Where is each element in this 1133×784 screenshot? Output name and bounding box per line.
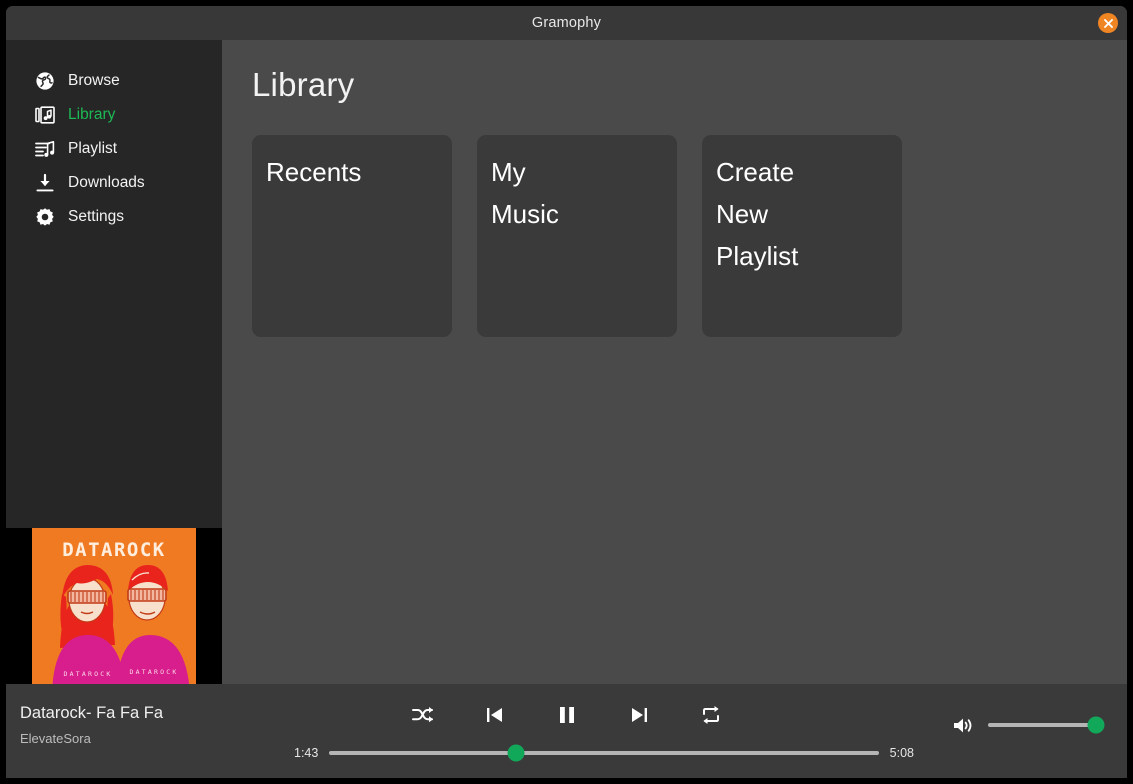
track-artist: ElevateSora <box>20 731 91 746</box>
gear-icon <box>34 207 55 228</box>
repeat-icon <box>702 706 719 724</box>
sidebar-item-label: Downloads <box>68 174 145 191</box>
shuffle-icon <box>411 707 433 723</box>
title-bar: Gramophy <box>6 6 1127 40</box>
skip-next-icon <box>631 708 647 722</box>
album-art: DATAROCK DATAROCK DATAROCK <box>32 528 196 693</box>
sidebar-nav: Browse Library Playlist Downloads Settin… <box>6 40 222 528</box>
previous-button[interactable] <box>478 700 512 730</box>
total-time: 5:08 <box>889 746 914 760</box>
card-label: Create New Playlist <box>716 157 799 272</box>
card-recents[interactable]: Recents <box>252 135 452 337</box>
sidebar-item-browse[interactable]: Browse <box>6 64 222 98</box>
library-card-row: Recents My Music Create New Playlist <box>252 135 1127 337</box>
track-title: Datarock- Fa Fa Fa <box>20 704 164 722</box>
svg-text:DATAROCK: DATAROCK <box>64 670 113 678</box>
card-label: Recents <box>266 157 362 187</box>
main-body: Browse Library Playlist Downloads Settin… <box>6 40 1127 693</box>
play-pause-button[interactable] <box>550 700 584 730</box>
sidebar-item-settings[interactable]: Settings <box>6 200 222 234</box>
svg-text:DATAROCK: DATAROCK <box>62 539 166 561</box>
card-label: My Music <box>491 157 559 230</box>
close-button[interactable] <box>1098 13 1118 33</box>
pause-icon <box>559 707 574 723</box>
close-icon <box>1103 18 1113 28</box>
page-title: Library <box>252 66 355 103</box>
album-cover-artwork: DATAROCK DATAROCK DATAROCK <box>32 528 196 693</box>
next-button[interactable] <box>622 700 656 730</box>
volume-slider[interactable] <box>988 716 1105 734</box>
content-area: Library Recents My Music Create New Play… <box>222 40 1127 684</box>
album-art-container: DATAROCK DATAROCK DATAROCK <box>6 528 222 693</box>
library-icon <box>34 105 55 126</box>
sidebar-item-playlist[interactable]: Playlist <box>6 132 222 166</box>
track-info: Datarock- Fa Fa Fa ElevateSora <box>20 704 163 746</box>
globe-icon <box>34 71 55 92</box>
sidebar-item-label: Browse <box>68 72 120 89</box>
sidebar-item-downloads[interactable]: Downloads <box>6 166 222 200</box>
svg-text:DATAROCK: DATAROCK <box>130 668 179 676</box>
sidebar-item-label: Library <box>68 106 116 123</box>
playlist-icon <box>34 139 55 160</box>
skip-previous-icon <box>486 708 502 722</box>
sidebar-item-label: Settings <box>68 208 125 225</box>
volume-control <box>952 715 1105 735</box>
seek-thumb[interactable] <box>507 744 525 762</box>
volume-high-icon[interactable] <box>952 715 974 735</box>
shuffle-button[interactable] <box>406 700 440 730</box>
card-create-new-playlist[interactable]: Create New Playlist <box>702 135 902 337</box>
elapsed-time: 1:43 <box>294 746 319 760</box>
sidebar: Browse Library Playlist Downloads Settin… <box>6 40 222 693</box>
window-title: Gramophy <box>531 15 602 31</box>
seek-slider[interactable] <box>329 744 879 762</box>
download-icon <box>34 173 55 194</box>
volume-thumb[interactable] <box>1087 716 1105 734</box>
player-bar: Datarock- Fa Fa Fa ElevateSora 1:43 5:08 <box>6 684 1127 778</box>
sidebar-item-library[interactable]: Library <box>6 98 222 132</box>
repeat-button[interactable] <box>694 700 728 730</box>
card-my-music[interactable]: My Music <box>477 135 677 337</box>
app-window: Gramophy Browse Library Playlist Downloa… <box>6 6 1127 778</box>
sidebar-item-label: Playlist <box>68 140 118 157</box>
seek-bar-row: 1:43 5:08 <box>294 744 914 762</box>
